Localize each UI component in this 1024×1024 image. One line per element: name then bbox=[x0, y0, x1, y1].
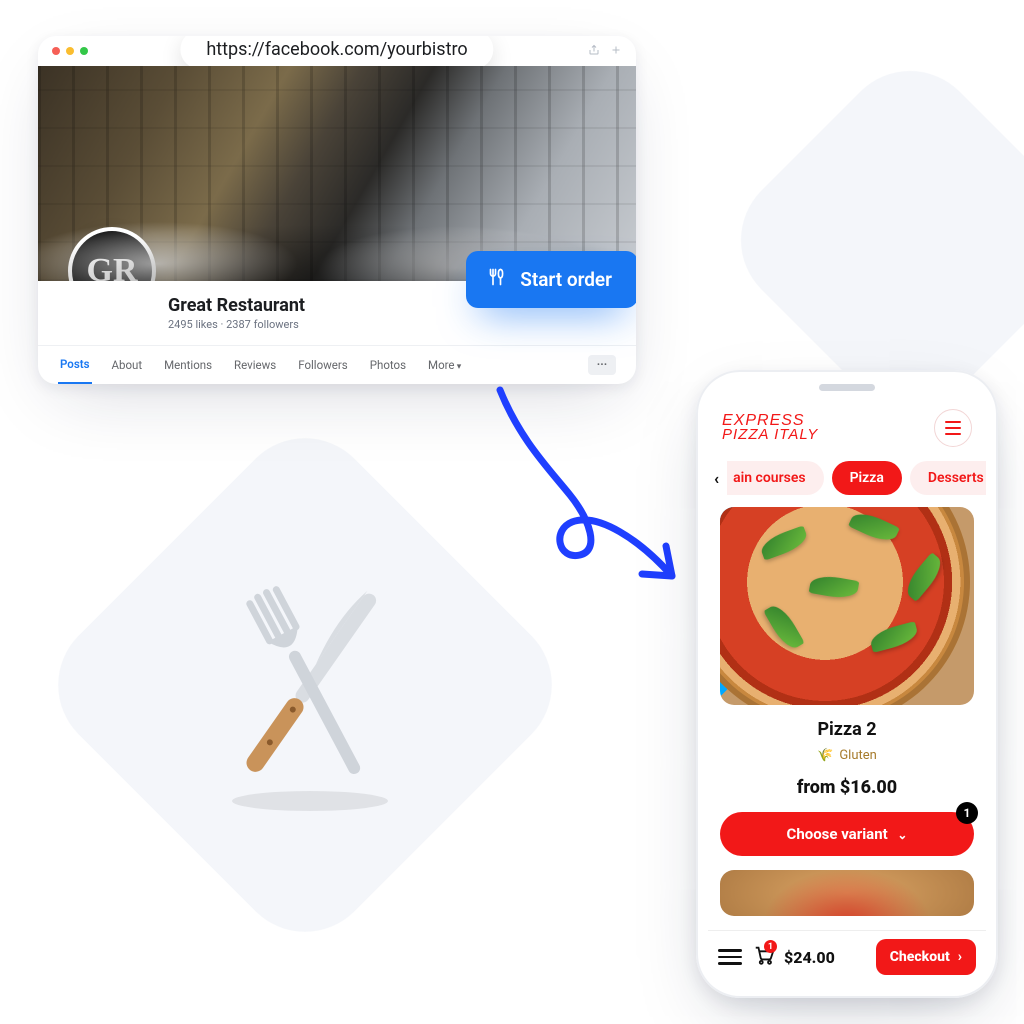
product-image[interactable] bbox=[720, 507, 974, 705]
bottom-menu-button[interactable] bbox=[718, 949, 742, 965]
product-price: from $16.00 bbox=[797, 777, 897, 798]
page-tabs: Posts About Mentions Reviews Followers P… bbox=[38, 345, 636, 384]
fork-knife-icon bbox=[195, 555, 425, 815]
start-order-label: Start order bbox=[520, 268, 612, 291]
page-avatar[interactable]: GR bbox=[68, 227, 156, 281]
cart-summary[interactable]: 1 $24.00 bbox=[752, 944, 835, 970]
window-close-dot[interactable] bbox=[52, 47, 60, 55]
category-chip-pizza[interactable]: Pizza bbox=[832, 461, 902, 495]
category-chip-desserts[interactable]: Desserts bbox=[910, 461, 986, 495]
choose-variant-button[interactable]: Choose variant ⌄ 1 bbox=[720, 812, 974, 856]
start-order-button[interactable]: Start order bbox=[466, 251, 636, 308]
next-product-image[interactable] bbox=[720, 870, 974, 916]
menu-button[interactable] bbox=[934, 409, 972, 447]
app-screen: EXPRESS PIZZA ITALY ‹ ain courses Pizza … bbox=[708, 401, 986, 983]
checkout-button[interactable]: Checkout › bbox=[876, 939, 976, 975]
cart-total: $24.00 bbox=[784, 948, 835, 967]
tab-overflow-button[interactable]: ··· bbox=[588, 355, 616, 375]
cart-count-badge: 1 bbox=[764, 940, 777, 953]
tab-mentions[interactable]: Mentions bbox=[162, 347, 214, 383]
address-bar[interactable]: https://facebook.com/yourbistro bbox=[180, 36, 493, 69]
tab-photos[interactable]: Photos bbox=[368, 347, 408, 383]
flow-arrow-icon bbox=[440, 380, 720, 640]
phone-speaker bbox=[819, 384, 875, 391]
category-chip-main-courses[interactable]: ain courses bbox=[727, 461, 823, 495]
allergen-label: Gluten bbox=[839, 748, 877, 763]
product-name: Pizza 2 bbox=[817, 719, 876, 740]
browser-window: https://facebook.com/yourbistro GR Great… bbox=[38, 36, 636, 384]
window-zoom-dot[interactable] bbox=[80, 47, 88, 55]
tab-about[interactable]: About bbox=[110, 347, 145, 383]
variant-count-badge: 1 bbox=[956, 802, 978, 824]
chevron-down-icon: ⌄ bbox=[897, 828, 907, 842]
bottom-bar: 1 $24.00 Checkout › bbox=[708, 930, 986, 983]
window-minimize-dot[interactable] bbox=[66, 47, 74, 55]
choose-variant-label: Choose variant bbox=[787, 825, 888, 843]
chevron-right-icon: › bbox=[958, 949, 962, 965]
tab-reviews[interactable]: Reviews bbox=[232, 347, 278, 383]
browser-toolbar: https://facebook.com/yourbistro bbox=[38, 36, 636, 66]
logo-line2: PIZZA ITALY bbox=[722, 428, 818, 442]
phone-mockup: EXPRESS PIZZA ITALY ‹ ain courses Pizza … bbox=[696, 370, 998, 998]
cart-icon: 1 bbox=[752, 944, 776, 970]
page-stats: 2495 likes · 2387 followers bbox=[168, 318, 616, 331]
tab-followers[interactable]: Followers bbox=[296, 347, 350, 383]
category-tabs: ‹ ain courses Pizza Desserts › bbox=[708, 453, 986, 507]
share-icon[interactable] bbox=[588, 44, 600, 59]
utensils-icon bbox=[488, 267, 508, 292]
chevron-left-icon[interactable]: ‹ bbox=[714, 469, 719, 488]
tab-posts[interactable]: Posts bbox=[58, 346, 92, 384]
checkout-label: Checkout bbox=[890, 949, 950, 965]
allergen-badge: 🌾 Gluten bbox=[817, 748, 877, 763]
cover-photo: GR bbox=[38, 66, 636, 281]
tab-more[interactable]: More bbox=[426, 347, 463, 383]
app-logo[interactable]: EXPRESS PIZZA ITALY bbox=[722, 414, 818, 442]
product-card: Pizza 2 🌾 Gluten from $16.00 bbox=[720, 507, 974, 798]
add-icon[interactable] bbox=[610, 44, 622, 59]
wheat-icon: 🌾 bbox=[817, 748, 833, 763]
